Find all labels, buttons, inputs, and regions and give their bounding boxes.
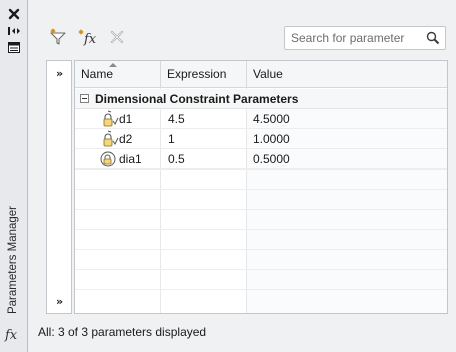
status-text: All: 3 of 3 parameters displayed (38, 325, 207, 339)
toolbar: fx (28, 0, 456, 60)
parameter-name[interactable]: d2 (119, 129, 132, 149)
auto-hide-icon[interactable] (5, 24, 23, 38)
properties-icon[interactable] (5, 40, 23, 54)
group-title: Dimensional Constraint Parameters (95, 92, 299, 106)
expand-filter-tree-top-button[interactable]: » (49, 65, 69, 83)
empty-row-line (75, 169, 447, 170)
parameters-manager-panel: fx » » Name (28, 0, 456, 352)
parameter-expression[interactable]: 1 (168, 129, 175, 149)
svg-text:fx: fx (83, 32, 97, 46)
table-row[interactable]: d1 4.5 4.5000 (75, 109, 447, 129)
empty-row-line (75, 249, 447, 250)
parameter-expression[interactable]: 4.5 (168, 109, 185, 129)
palette-title-text: Parameters Manager (7, 205, 19, 315)
column-header-label: Value (253, 67, 283, 81)
palette-title[interactable]: Parameters Manager (1, 205, 25, 315)
group-row[interactable]: Dimensional Constraint Parameters (75, 89, 447, 109)
filter-tree-collapsed: » » (46, 60, 72, 314)
create-filter-icon[interactable] (49, 28, 67, 46)
parameter-name[interactable]: dia1 (119, 149, 142, 169)
empty-row-line (75, 229, 447, 230)
search-box (284, 26, 446, 50)
column-header-label: Expression (167, 67, 227, 81)
parameter-expression[interactable]: 0.5 (168, 149, 185, 169)
collapse-group-icon[interactable] (80, 94, 89, 103)
magnifier-icon[interactable] (426, 31, 440, 48)
parameter-value: 0.5000 (253, 152, 290, 166)
parameter-value: 1.0000 (253, 132, 290, 146)
search-input[interactable] (285, 27, 423, 49)
empty-row-line (75, 209, 447, 210)
palette-title-strip: Parameters Manager fx (0, 0, 28, 352)
close-icon[interactable] (5, 7, 23, 21)
sort-ascending-icon (109, 63, 117, 67)
dimensional-lock-icon (101, 110, 119, 128)
expand-filter-tree-bottom-button[interactable]: » (49, 293, 69, 311)
column-header-expression[interactable]: Expression (161, 61, 247, 88)
new-user-parameter-icon[interactable]: fx (76, 28, 100, 46)
empty-row-line (75, 269, 447, 270)
table-row[interactable]: d2 1 1.0000 (75, 129, 447, 149)
fx-icon: fx (5, 328, 18, 343)
parameter-value: 4.5000 (253, 112, 290, 126)
column-header-value[interactable]: Value (247, 61, 447, 88)
empty-row-line (75, 289, 447, 290)
diameter-lock-icon (99, 150, 117, 168)
parameter-name[interactable]: d1 (119, 109, 132, 129)
column-header-label: Name (81, 67, 114, 81)
parameters-grid: Name Expression Value Dimensional Constr… (74, 60, 448, 314)
empty-row-line (75, 189, 447, 190)
column-header-name[interactable]: Name (75, 61, 161, 88)
dimensional-lock-icon (101, 130, 119, 148)
delete-parameter-icon[interactable] (108, 28, 126, 46)
table-row[interactable]: dia1 0.5 0.5000 (75, 149, 447, 169)
grid-header: Name Expression Value (75, 61, 447, 88)
